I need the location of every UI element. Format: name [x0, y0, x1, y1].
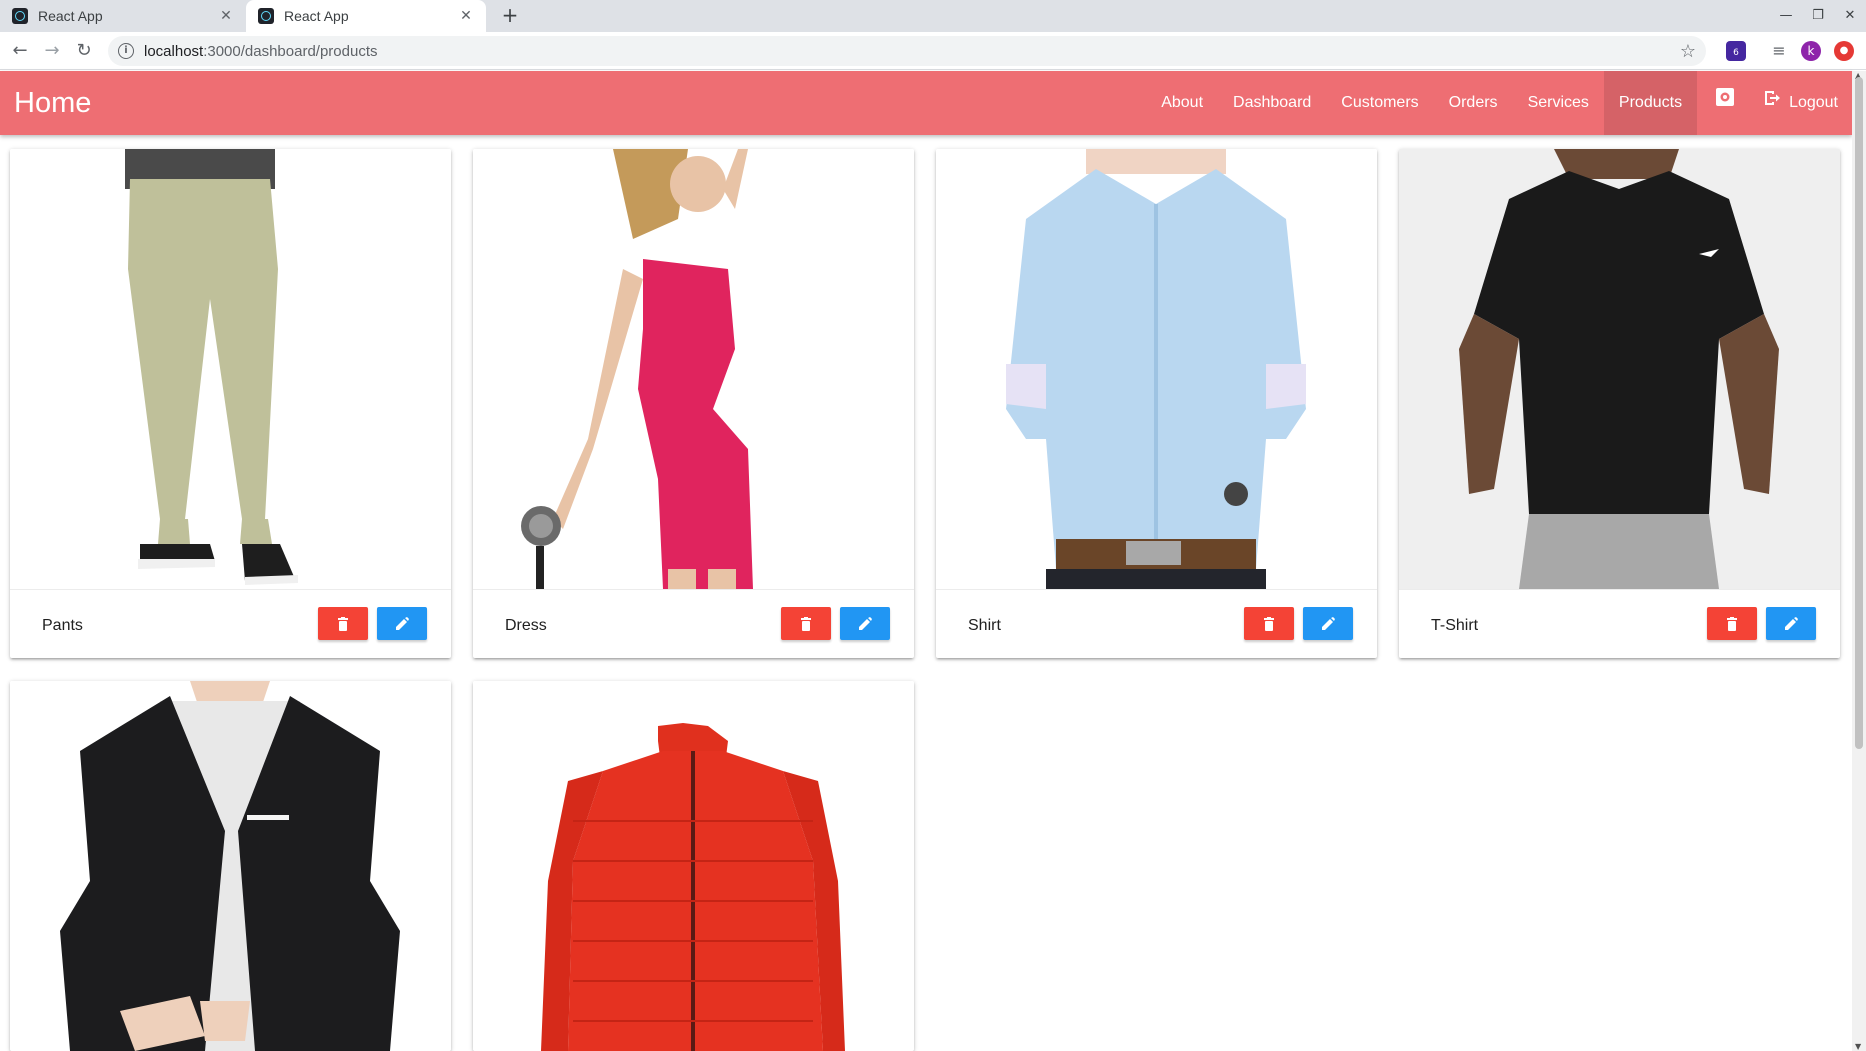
site-info-icon[interactable]: i [118, 43, 134, 59]
extension-red-icon[interactable]: ● [1834, 41, 1854, 61]
url-host: localhost [144, 42, 204, 60]
close-tab-icon[interactable]: ✕ [218, 8, 234, 24]
nav-dashboard[interactable]: Dashboard [1218, 71, 1326, 135]
close-window-icon[interactable]: ✕ [1834, 0, 1866, 32]
browser-tab-strip: React App ✕ React App ✕ + — ❐ ✕ [0, 0, 1866, 32]
pencil-icon [396, 616, 409, 630]
window-controls: — ❐ ✕ [1770, 0, 1866, 32]
browser-tab[interactable]: React App ✕ [0, 0, 246, 32]
product-card: T-Shirt [1399, 149, 1840, 658]
edit-button[interactable] [1766, 607, 1816, 640]
tab-title: React App [38, 8, 103, 24]
card-action: Pants [10, 589, 451, 658]
product-name: Dress [505, 617, 547, 634]
react-favicon-icon [12, 8, 28, 24]
restore-icon[interactable]: ❐ [1802, 0, 1834, 32]
card-action: Dress [473, 589, 914, 658]
minimize-icon[interactable]: — [1770, 0, 1802, 32]
product-name: Pants [42, 617, 83, 634]
delete-button[interactable] [318, 607, 368, 640]
forward-arrow-icon[interactable]: → [38, 37, 66, 65]
new-tab-icon[interactable]: + [498, 4, 522, 28]
pencil-icon [1785, 616, 1798, 630]
edit-button[interactable] [1303, 607, 1353, 640]
nav-logout[interactable]: Logout [1753, 71, 1852, 135]
nav-products[interactable]: Products [1603, 71, 1698, 135]
nav-customers[interactable]: Customers [1326, 71, 1433, 135]
product-image-pants [10, 149, 451, 589]
gear-icon [1715, 71, 1735, 135]
edit-button[interactable] [377, 607, 427, 640]
nav-about[interactable]: About [1146, 71, 1218, 135]
pencil-icon [1322, 616, 1335, 630]
product-card: Pants [10, 149, 451, 658]
nav-services[interactable]: Services [1513, 71, 1604, 135]
browser-tab-active[interactable]: React App ✕ [246, 0, 486, 32]
product-image-dress [473, 149, 914, 589]
product-card: Shirt [936, 149, 1377, 658]
logout-label: Logout [1789, 94, 1838, 112]
product-card: Dress [473, 149, 914, 658]
trash-icon [1727, 616, 1737, 631]
extension-badge: 6 [1733, 48, 1739, 58]
edit-button[interactable] [840, 607, 890, 640]
nav-orders[interactable]: Orders [1434, 71, 1513, 135]
url-text[interactable]: localhost:3000/dashboard/products [144, 43, 378, 60]
page-scrollbar[interactable]: ▲ ▼ [1852, 71, 1866, 1051]
nav-links: About Dashboard Customers Orders Service… [1146, 71, 1852, 135]
nav-settings[interactable] [1697, 71, 1753, 135]
bookmark-star-icon[interactable]: ☆ [1680, 41, 1696, 62]
product-name: T-Shirt [1431, 617, 1479, 634]
product-image-shirt [936, 149, 1377, 589]
delete-button[interactable] [1244, 607, 1294, 640]
profile-initial: k [1807, 44, 1815, 58]
close-tab-icon[interactable]: ✕ [458, 8, 474, 24]
url-path: :3000/dashboard/products [203, 42, 378, 60]
scroll-down-arrow-icon[interactable]: ▼ [1855, 1042, 1861, 1051]
brand-logo[interactable]: Home [14, 71, 91, 135]
tab-title: React App [284, 8, 349, 24]
browser-toolbar: ← → ↻ i localhost:3000/dashboard/product… [0, 32, 1866, 70]
trash-icon [338, 616, 348, 631]
reading-list-icon[interactable]: ≡ [1769, 41, 1789, 61]
trash-icon [801, 616, 811, 631]
extension-icon[interactable]: 6 [1726, 41, 1746, 61]
trash-icon [1264, 616, 1274, 631]
delete-button[interactable] [1707, 607, 1757, 640]
delete-button[interactable] [781, 607, 831, 640]
card-action: Shirt [936, 589, 1377, 658]
scrollbar-thumb[interactable] [1855, 77, 1863, 749]
profile-avatar[interactable]: k [1801, 41, 1821, 61]
reload-icon[interactable]: ↻ [70, 37, 98, 65]
product-image-jacket [473, 681, 914, 1051]
back-arrow-icon[interactable]: ← [6, 37, 34, 65]
product-image-tshirt [1399, 149, 1840, 589]
product-name: Shirt [968, 617, 1001, 634]
product-image-blazer [10, 681, 451, 1051]
react-favicon-icon [258, 8, 274, 24]
pencil-icon [859, 616, 872, 630]
product-card [473, 681, 914, 1051]
product-card [10, 681, 451, 1051]
address-bar[interactable]: i localhost:3000/dashboard/products ☆ [108, 36, 1706, 66]
card-action: T-Shirt [1399, 589, 1840, 658]
logout-icon [1763, 71, 1781, 135]
app-navbar: Home About Dashboard Customers Orders Se… [0, 71, 1852, 135]
